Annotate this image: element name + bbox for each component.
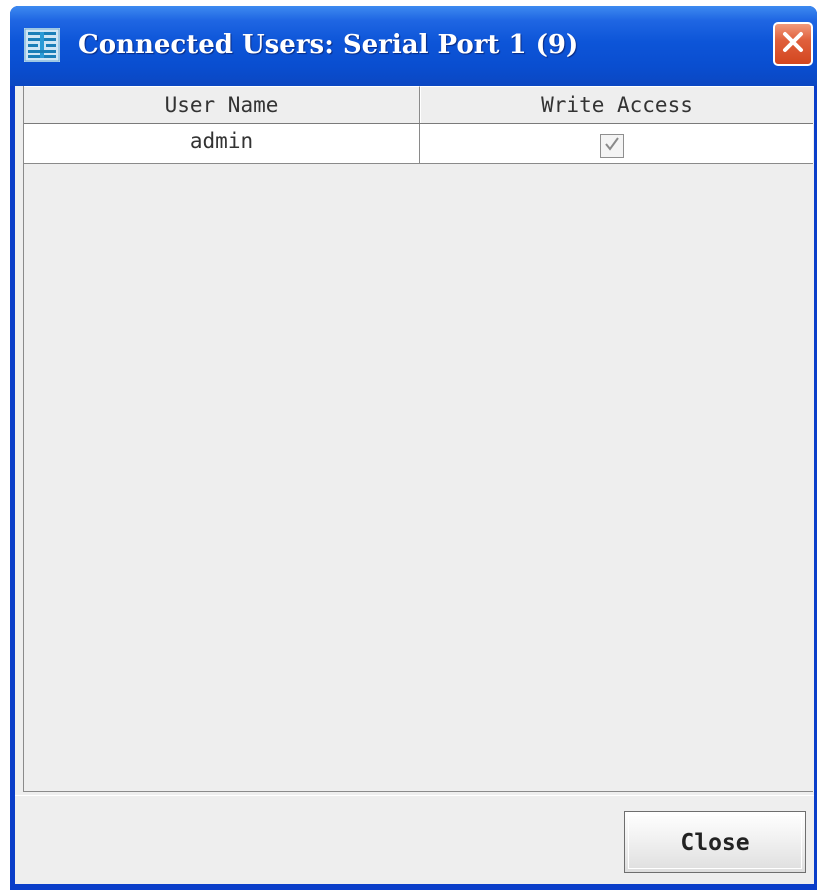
- user-name-cell[interactable]: admin: [24, 124, 420, 163]
- window-title: Connected Users: Serial Port 1 (9): [78, 30, 579, 60]
- table-header: User Name Write Access: [24, 86, 813, 124]
- checkmark-icon: [603, 135, 621, 157]
- write-access-cell[interactable]: [420, 124, 813, 163]
- dialog-content: User Name Write Access admin Close: [15, 86, 814, 884]
- close-button-label: Close: [680, 830, 750, 856]
- close-icon: [780, 29, 806, 59]
- write-access-checkbox[interactable]: [600, 134, 624, 158]
- footer-divider: [15, 795, 814, 796]
- column-header-user-name[interactable]: User Name: [24, 86, 420, 123]
- window-close-button[interactable]: [773, 22, 813, 66]
- users-table[interactable]: User Name Write Access admin: [23, 86, 813, 792]
- column-header-write-access[interactable]: Write Access: [420, 86, 813, 123]
- table-row[interactable]: admin: [24, 124, 813, 164]
- serial-port-icon: [24, 28, 60, 62]
- close-button[interactable]: Close: [624, 811, 806, 873]
- connected-users-dialog: Connected Users: Serial Port 1 (9) User …: [10, 6, 817, 890]
- title-bar[interactable]: Connected Users: Serial Port 1 (9): [10, 6, 817, 86]
